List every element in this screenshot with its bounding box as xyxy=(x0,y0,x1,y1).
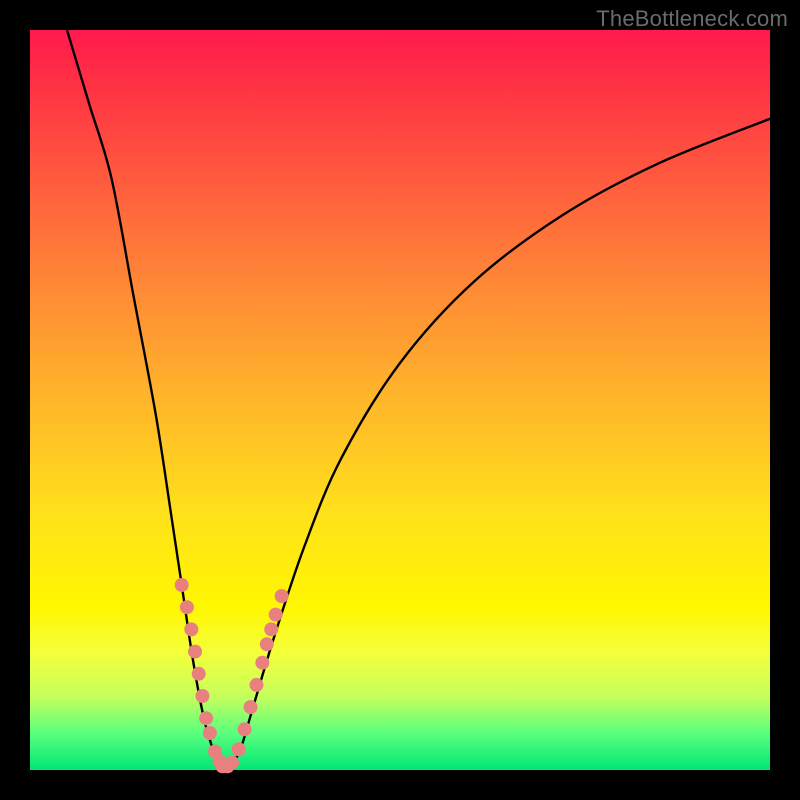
data-marker xyxy=(184,622,198,636)
data-markers-group xyxy=(175,578,289,773)
data-marker xyxy=(260,637,274,651)
data-marker xyxy=(195,689,209,703)
watermark-text: TheBottleneck.com xyxy=(596,6,788,32)
data-marker xyxy=(238,722,252,736)
curve-left-branch xyxy=(67,30,222,770)
chart-plot-area xyxy=(30,30,770,770)
data-marker xyxy=(225,756,239,770)
data-marker xyxy=(255,656,269,670)
data-marker xyxy=(269,608,283,622)
data-marker xyxy=(232,742,246,756)
data-marker xyxy=(249,678,263,692)
chart-svg xyxy=(30,30,770,770)
data-marker xyxy=(175,578,189,592)
data-marker xyxy=(180,600,194,614)
curve-right-branch xyxy=(230,119,770,770)
data-marker xyxy=(192,667,206,681)
data-marker xyxy=(275,589,289,603)
data-marker xyxy=(264,622,278,636)
data-marker xyxy=(203,726,217,740)
data-marker xyxy=(188,645,202,659)
data-marker xyxy=(199,711,213,725)
data-marker xyxy=(244,700,258,714)
